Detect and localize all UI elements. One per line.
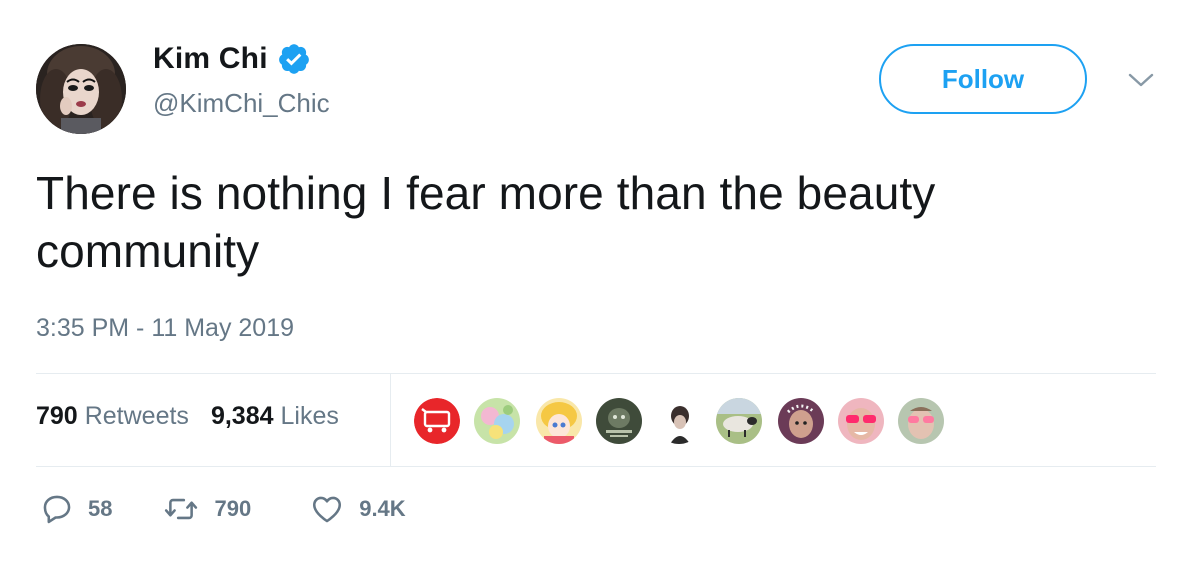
chevron-down-icon[interactable] [1126, 70, 1156, 90]
divider [36, 373, 1156, 374]
likes-label: Likes [280, 402, 339, 430]
author-display-name[interactable]: Kim Chi [153, 42, 268, 76]
liker-avatar[interactable] [656, 398, 702, 444]
reply-count: 58 [88, 496, 113, 521]
author-name-row[interactable]: Kim Chi [153, 42, 311, 76]
liker-avatar[interactable] [716, 398, 762, 444]
liker-avatar[interactable] [474, 398, 520, 444]
reply-button[interactable]: 58 [40, 492, 112, 526]
tweet-stats: 790 Retweets 9,384 Likes [36, 402, 339, 431]
tweet-text: There is nothing I fear more than the be… [36, 167, 936, 277]
likes-count: 9,384 [210, 402, 274, 430]
follow-button[interactable]: Follow [879, 44, 1087, 114]
author-handle[interactable]: @KimChi_Chic [153, 88, 330, 119]
liker-avatar[interactable] [778, 398, 824, 444]
avatar[interactable] [36, 44, 126, 134]
like-button[interactable]: 9.4K [309, 492, 406, 526]
avatar-image [36, 44, 126, 134]
tweet-timestamp[interactable]: 3:35 PM - 11 May 2019 [36, 314, 294, 343]
retweets-stat[interactable]: 790 Retweets [36, 402, 189, 431]
liker-avatar[interactable] [596, 398, 642, 444]
retweet-count: 790 [214, 496, 252, 521]
tweet-actions: 58 790 9.4K [40, 492, 406, 526]
like-count: 9.4K [359, 496, 406, 521]
likes-stat[interactable]: 9,384 Likes [211, 402, 339, 431]
liker-avatar[interactable] [536, 398, 582, 444]
retweet-icon [165, 498, 198, 520]
liker-avatar[interactable] [898, 398, 944, 444]
heart-icon [313, 496, 342, 523]
liker-avatar[interactable] [414, 398, 460, 444]
divider [36, 466, 1156, 467]
stats-separator [390, 374, 391, 466]
retweets-label: Retweets [84, 402, 189, 430]
reply-icon [43, 495, 71, 524]
retweet-button[interactable]: 790 [162, 492, 251, 526]
liker-avatar[interactable] [838, 398, 884, 444]
retweets-count: 790 [36, 402, 78, 430]
verified-badge-icon [277, 42, 311, 76]
